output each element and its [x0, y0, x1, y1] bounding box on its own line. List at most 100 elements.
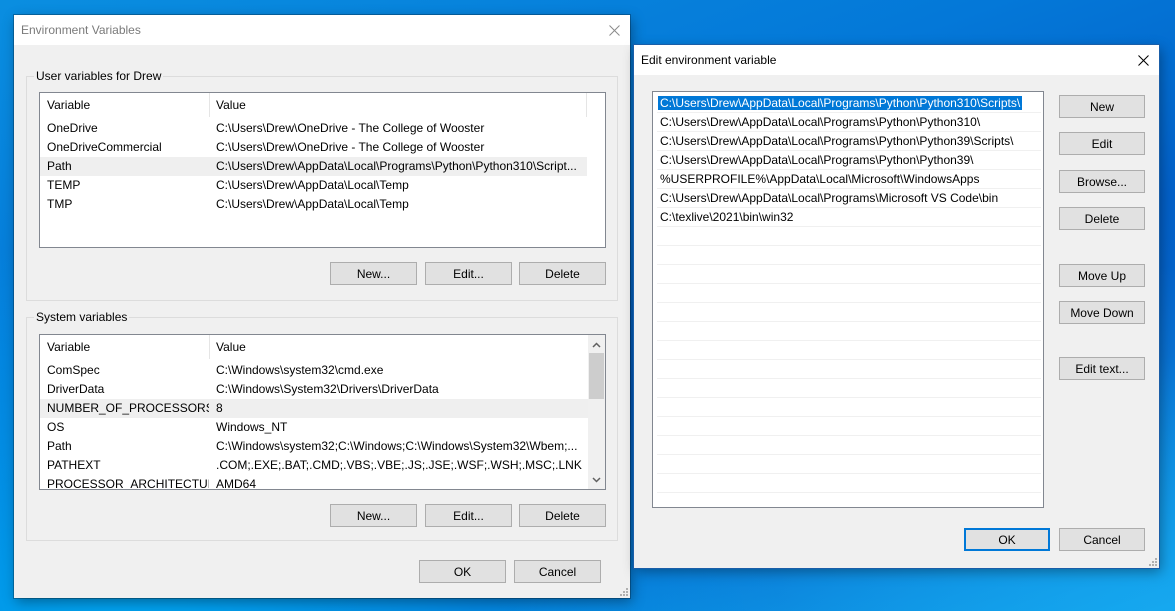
variable-name-cell: TMP: [47, 197, 73, 211]
table-row[interactable]: OneDrive C:\Users\Drew\OneDrive - The Col…: [40, 119, 587, 138]
variable-value-cell: C:\Windows\System32\Drivers\DriverData: [216, 382, 439, 396]
browse-button[interactable]: Browse...: [1059, 170, 1145, 193]
empty-row[interactable]: [657, 436, 1041, 455]
resize-grip-icon[interactable]: [1147, 556, 1157, 566]
ok-button[interactable]: OK: [419, 560, 506, 583]
path-entry-text: C:\Users\Drew\AppData\Local\Programs\Pyt…: [660, 134, 1014, 148]
path-entry-text: C:\Users\Drew\AppData\Local\Programs\Mic…: [660, 191, 999, 205]
edit-text-button[interactable]: Edit text...: [1059, 357, 1145, 380]
chevron-down-icon: [592, 476, 601, 483]
path-entry[interactable]: %USERPROFILE%\AppData\Local\Microsoft\Wi…: [657, 170, 1041, 189]
dialog-title: Edit environment variable: [641, 53, 777, 67]
empty-row[interactable]: [657, 246, 1041, 265]
column-header-value[interactable]: Value: [210, 335, 246, 359]
empty-row[interactable]: [657, 417, 1041, 436]
path-entry[interactable]: C:\Users\Drew\AppData\Local\Programs\Pyt…: [657, 113, 1041, 132]
path-entry[interactable]: C:\Users\Drew\AppData\Local\Programs\Pyt…: [657, 151, 1041, 170]
path-entry-text: C:\Users\Drew\AppData\Local\Programs\Pyt…: [660, 153, 974, 167]
variable-name-cell: ComSpec: [47, 363, 100, 377]
empty-row[interactable]: [657, 474, 1041, 493]
empty-row[interactable]: [657, 265, 1041, 284]
cancel-button[interactable]: Cancel: [514, 560, 601, 583]
path-entry[interactable]: C:\Users\Drew\AppData\Local\Programs\Pyt…: [657, 94, 1041, 113]
move-up-button[interactable]: Move Up: [1059, 264, 1145, 287]
close-button[interactable]: [598, 15, 630, 45]
empty-row[interactable]: [657, 303, 1041, 322]
scroll-up-button[interactable]: [588, 336, 605, 353]
delete-button[interactable]: Delete: [1059, 207, 1145, 230]
variable-value-cell: C:\Users\Drew\AppData\Local\Temp: [216, 178, 409, 192]
path-entry-text: %USERPROFILE%\AppData\Local\Microsoft\Wi…: [660, 172, 980, 186]
user-delete-button[interactable]: Delete: [519, 262, 606, 285]
table-row[interactable]: NUMBER_OF_PROCESSORS 8: [40, 399, 588, 418]
column-header-value[interactable]: Value: [210, 93, 246, 117]
variable-name-cell: OneDrive: [47, 121, 98, 135]
variable-value-cell: C:\Users\Drew\AppData\Local\Temp: [216, 197, 409, 211]
column-header-variable[interactable]: Variable: [41, 93, 90, 117]
table-row[interactable]: ComSpec C:\Windows\system32\cmd.exe: [40, 361, 588, 380]
path-entry-text: C:\Users\Drew\AppData\Local\Programs\Pyt…: [658, 96, 1023, 110]
empty-row[interactable]: [657, 398, 1041, 417]
table-row[interactable]: Path C:\Users\Drew\AppData\Local\Programs…: [40, 157, 587, 176]
variable-value-cell: AMD64: [216, 477, 257, 490]
table-row[interactable]: PROCESSOR_ARCHITECTURE AMD64: [40, 475, 588, 490]
edit-environment-variable-dialog: Edit environment variable C:\Users\Drew\…: [634, 45, 1159, 568]
empty-row[interactable]: [657, 322, 1041, 341]
path-entries-list[interactable]: C:\Users\Drew\AppData\Local\Programs\Pyt…: [652, 91, 1044, 508]
system-delete-button[interactable]: Delete: [519, 504, 606, 527]
column-separator[interactable]: [586, 93, 587, 117]
table-row[interactable]: TEMP C:\Users\Drew\AppData\Local\Temp: [40, 176, 587, 195]
path-entry[interactable]: C:\texlive\2021\bin\win32: [657, 208, 1041, 227]
variable-name-cell: PATHEXT: [47, 458, 101, 472]
empty-row[interactable]: [657, 455, 1041, 474]
table-row[interactable]: PATHEXT .COM;.EXE;.BAT;.CMD;.VBS;.VBE;.JS…: [40, 456, 588, 475]
variable-value-cell: 8: [216, 401, 223, 415]
empty-row[interactable]: [657, 360, 1041, 379]
chevron-up-icon: [592, 341, 601, 348]
environment-variables-dialog: Environment Variables User variables for…: [14, 15, 630, 598]
variable-name-cell: Path: [47, 159, 72, 173]
system-edit-button[interactable]: Edit...: [425, 504, 512, 527]
path-entry-text: C:\texlive\2021\bin\win32: [660, 210, 794, 224]
system-variables-list[interactable]: Variable Value ComSpec C:\Windows\system3…: [39, 334, 606, 490]
scroll-thumb[interactable]: [589, 353, 604, 399]
vertical-scrollbar[interactable]: [588, 335, 605, 489]
user-edit-button[interactable]: Edit...: [425, 262, 512, 285]
titlebar: Environment Variables: [14, 15, 630, 45]
edit-button[interactable]: Edit: [1059, 132, 1145, 155]
table-row[interactable]: TMP C:\Users\Drew\AppData\Local\Temp: [40, 195, 587, 214]
table-row[interactable]: OS Windows_NT: [40, 418, 588, 437]
cancel-button[interactable]: Cancel: [1059, 528, 1145, 551]
user-new-button[interactable]: New...: [330, 262, 417, 285]
path-entry[interactable]: C:\Users\Drew\AppData\Local\Programs\Pyt…: [657, 132, 1041, 151]
scroll-down-button[interactable]: [588, 471, 605, 488]
table-row[interactable]: OneDriveCommercial C:\Users\Drew\OneDrive…: [40, 138, 587, 157]
empty-row[interactable]: [657, 227, 1041, 246]
empty-row[interactable]: [657, 341, 1041, 360]
table-row[interactable]: Path C:\Windows\system32;C:\Windows;C:\Wi…: [40, 437, 588, 456]
system-new-button[interactable]: New...: [330, 504, 417, 527]
close-button[interactable]: [1127, 45, 1159, 75]
empty-row[interactable]: [657, 379, 1041, 398]
variable-value-cell: Windows_NT: [216, 420, 288, 434]
variable-name-cell: PROCESSOR_ARCHITECTURE: [47, 477, 209, 490]
list-header: Variable Value: [40, 93, 605, 117]
column-header-variable[interactable]: Variable: [41, 335, 90, 359]
list-header: Variable Value: [40, 335, 605, 359]
resize-grip-icon[interactable]: [618, 586, 628, 596]
variable-value-cell: .COM;.EXE;.BAT;.CMD;.VBS;.VBE;.JS;.JSE;.…: [216, 458, 582, 472]
variable-value-cell: C:\Windows\system32;C:\Windows;C:\Window…: [216, 439, 578, 453]
path-entry[interactable]: C:\Users\Drew\AppData\Local\Programs\Mic…: [657, 189, 1041, 208]
variable-value-cell: C:\Users\Drew\OneDrive - The College of …: [216, 140, 485, 154]
variable-name-cell: TEMP: [47, 178, 81, 192]
table-row[interactable]: DriverData C:\Windows\System32\Drivers\Dr…: [40, 380, 588, 399]
variable-name-cell: NUMBER_OF_PROCESSORS: [47, 401, 209, 415]
empty-row[interactable]: [657, 284, 1041, 303]
close-icon: [608, 24, 620, 36]
user-variables-list[interactable]: Variable Value OneDrive C:\Users\Drew\One…: [39, 92, 606, 248]
ok-button[interactable]: OK: [964, 528, 1050, 551]
variable-name-cell: OneDriveCommercial: [47, 140, 162, 154]
move-down-button[interactable]: Move Down: [1059, 301, 1145, 324]
new-button[interactable]: New: [1059, 95, 1145, 118]
variable-name-cell: DriverData: [47, 382, 105, 396]
